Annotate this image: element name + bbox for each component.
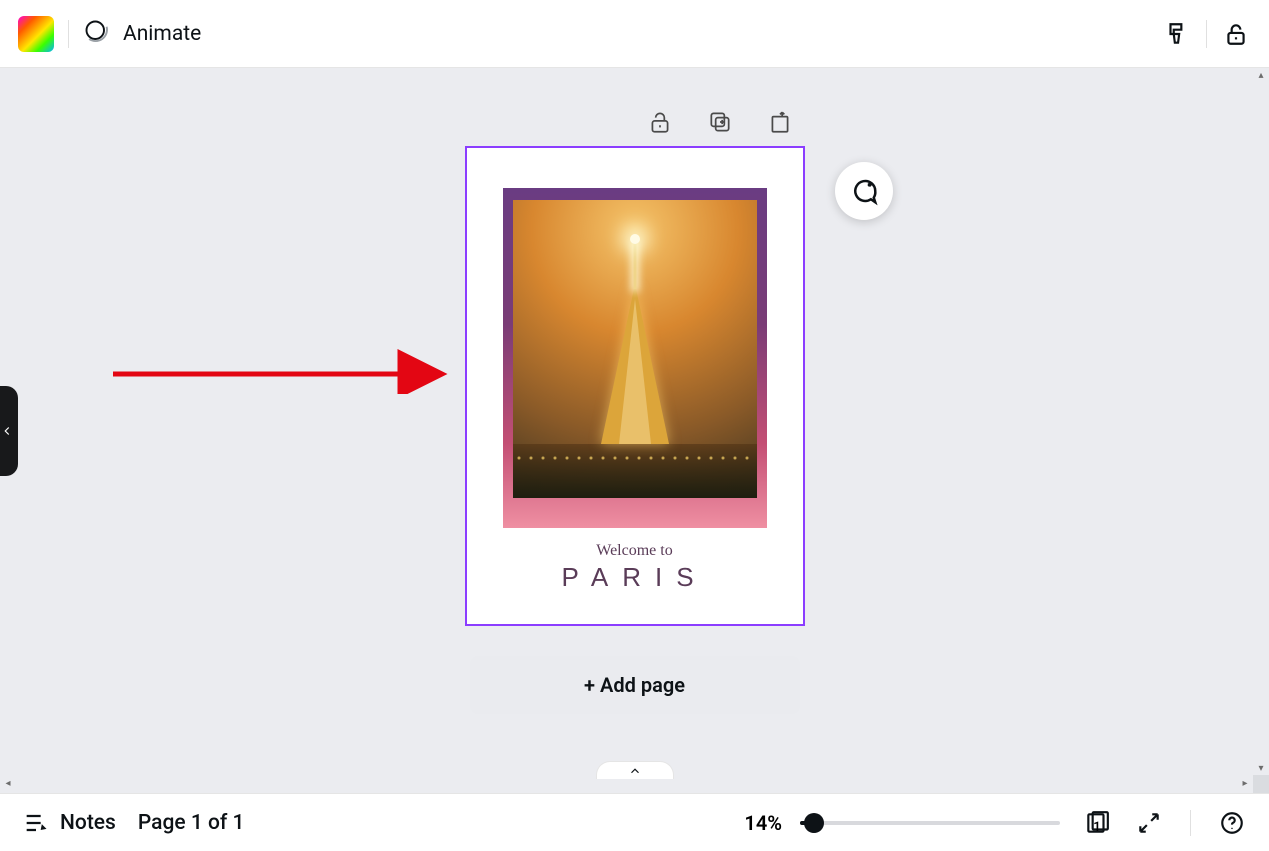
add-comment-button[interactable] [835, 162, 893, 220]
page-lock-button[interactable] [646, 108, 674, 136]
zoom-slider[interactable] [800, 813, 1060, 833]
top-toolbar: Animate [0, 0, 1269, 68]
poster-text-block[interactable]: Welcome to PARIS [561, 542, 707, 593]
zoom-controls: 14% [744, 811, 1060, 835]
editor-workspace: Welcome to PARIS + Add page ▴ ▾ ◂ ▸ [0, 68, 1269, 793]
scroll-right-icon[interactable]: ▸ [1239, 777, 1251, 789]
document-colors-button[interactable] [18, 16, 54, 52]
lock-button[interactable] [1221, 19, 1251, 49]
notes-button[interactable]: Notes [22, 809, 116, 837]
notes-label: Notes [60, 811, 116, 835]
canvas-page-1[interactable]: Welcome to PARIS [465, 146, 805, 626]
zoom-percentage[interactable]: 14% [744, 811, 782, 835]
vertical-scrollbar[interactable]: ▴ ▾ [1253, 68, 1269, 775]
scroll-left-icon[interactable]: ◂ [2, 777, 14, 789]
page-strip-expand-tab[interactable] [596, 761, 674, 779]
zoom-slider-thumb[interactable] [804, 813, 824, 833]
separator [1190, 810, 1191, 836]
page-controls [646, 108, 794, 136]
canvas-wrapper: Welcome to PARIS + Add page [465, 146, 805, 714]
side-panel-expand-tab[interactable] [0, 386, 18, 476]
poster-photo-eiffel-tower[interactable] [513, 200, 757, 498]
duplicate-page-button[interactable] [706, 108, 734, 136]
scroll-down-icon[interactable]: ▾ [1255, 762, 1267, 774]
animate-label: Animate [123, 22, 201, 46]
add-page-above-button[interactable] [766, 108, 794, 136]
poster-title-text[interactable]: PARIS [561, 562, 707, 593]
annotation-arrow [35, 314, 465, 394]
poster-welcome-text[interactable]: Welcome to [561, 542, 707, 560]
grid-view-button[interactable]: 1 [1082, 808, 1112, 838]
fullscreen-button[interactable] [1134, 808, 1164, 838]
separator [68, 20, 69, 48]
animate-button[interactable]: Animate [83, 18, 201, 50]
separator [1206, 20, 1207, 48]
scroll-corner [1253, 775, 1269, 793]
animate-icon [83, 18, 111, 50]
poster-frame[interactable] [503, 188, 767, 528]
copy-style-button[interactable] [1162, 19, 1192, 49]
bottom-bar: Notes Page 1 of 1 14% 1 [0, 793, 1269, 851]
scroll-up-icon[interactable]: ▴ [1255, 69, 1267, 81]
grid-count-label: 1 [1093, 820, 1100, 835]
page-counter[interactable]: Page 1 of 1 [138, 811, 245, 835]
help-button[interactable] [1217, 808, 1247, 838]
add-page-button[interactable]: + Add page [470, 656, 800, 714]
